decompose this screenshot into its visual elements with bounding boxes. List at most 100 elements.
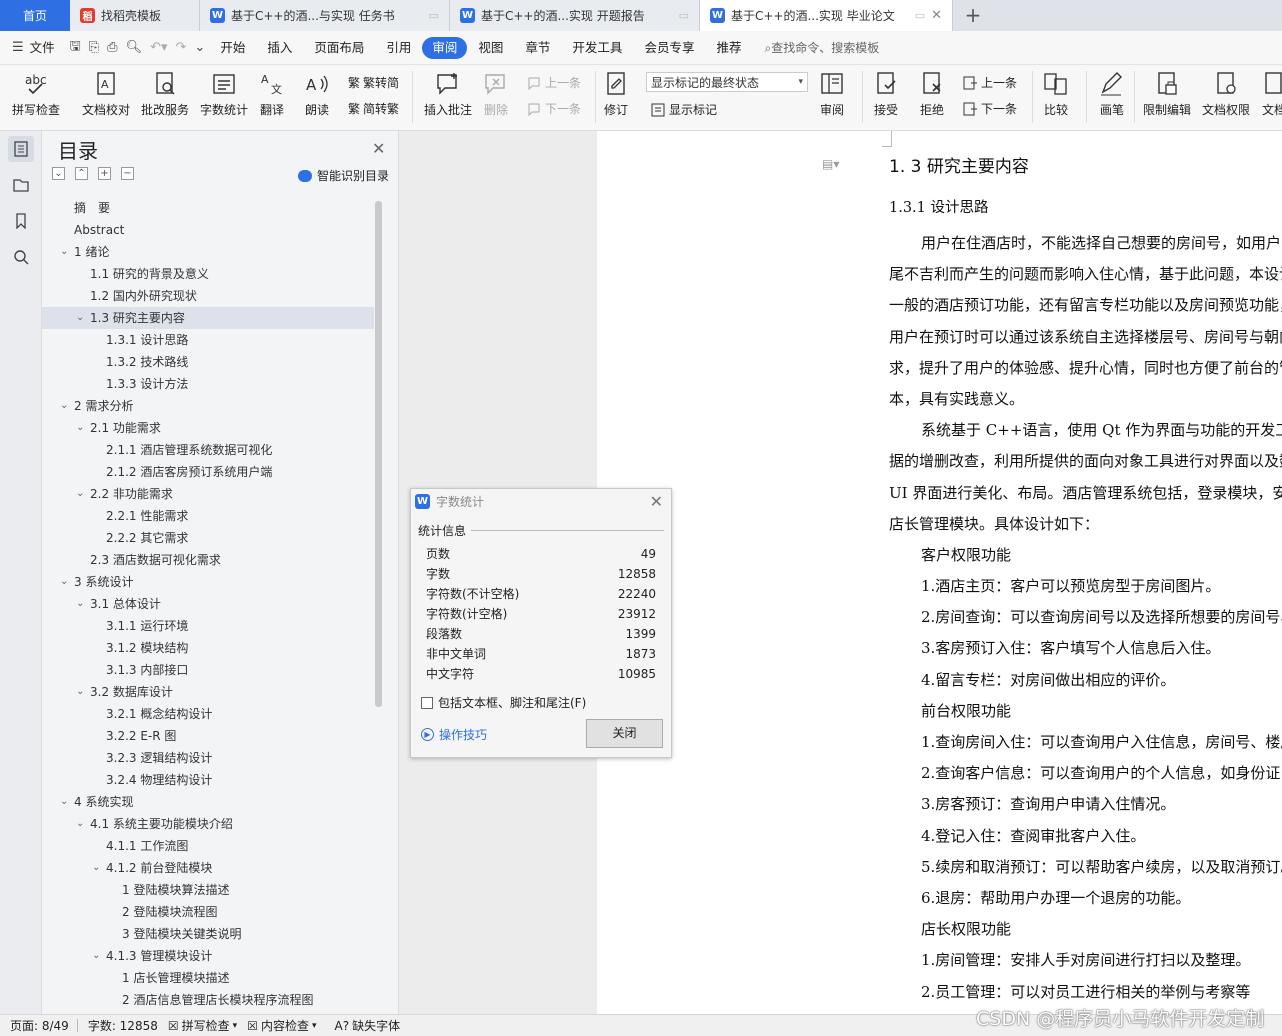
chevron-down-icon[interactable]: ⌄: [60, 791, 68, 813]
trad-conv-button[interactable]: 繁繁转简: [348, 74, 399, 91]
chevron-down-icon[interactable]: ⌄: [76, 307, 84, 329]
doc-more-button[interactable]: 文档: [1260, 69, 1282, 118]
command-search[interactable]: ⌕查找命令、搜索模板: [764, 39, 879, 56]
markup-state-select[interactable]: 显示标记的最终状态 ▾: [646, 72, 808, 92]
toc-item[interactable]: 1.1 研究的背景及意义: [42, 263, 374, 285]
accept-button[interactable]: 接受: [872, 69, 900, 118]
toc-item[interactable]: 1.3.3 设计方法: [42, 373, 374, 395]
batch-service-button[interactable]: 批改服务: [141, 69, 189, 118]
preview-icon[interactable]: 🔍︎: [122, 40, 147, 55]
collapse-all-icon[interactable]: ⌄: [52, 167, 65, 180]
toc-item[interactable]: 2.3 酒店数据可视化需求: [42, 549, 374, 571]
tab-doc-task[interactable]: W 基于C++的酒...与实现 任务书 ▭: [200, 0, 450, 31]
save-icon[interactable]: 🖫: [66, 37, 85, 59]
menu-layout[interactable]: 页面布局: [303, 37, 375, 59]
menu-insert[interactable]: 插入: [256, 37, 303, 59]
toc-item[interactable]: 3.1.2 模块结构: [42, 637, 374, 659]
review-pane-button[interactable]: 审阅: [818, 69, 846, 118]
toc-item[interactable]: ⌄ 1.3 研究主要内容: [42, 307, 374, 329]
document-body[interactable]: 1. 3 研究主要内容 1.3.1 设计思路 用户在住酒店时，不能选择自己想要的…: [889, 151, 1282, 1008]
prev-change-button[interactable]: 上一条: [963, 74, 1017, 91]
insert-comment-button[interactable]: 插入批注: [424, 69, 472, 118]
toc-item[interactable]: 2.2.2 其它需求: [42, 527, 374, 549]
toc-item[interactable]: 2 登陆模块流程图: [42, 901, 374, 923]
menu-start[interactable]: 开始: [209, 37, 256, 59]
paragraph-doc-icon[interactable]: ▤▾: [822, 157, 839, 171]
page-indicator[interactable]: 页面: 8/49: [10, 1017, 69, 1034]
remove-level-icon[interactable]: −: [121, 167, 134, 180]
include-textbox-checkbox[interactable]: 包括文本框、脚注和尾注(F): [421, 694, 586, 711]
undo-icon[interactable]: ↶▾: [146, 40, 171, 55]
show-markup-button[interactable]: 显示标记: [651, 101, 717, 118]
menu-section[interactable]: 章节: [514, 37, 561, 59]
toc-item[interactable]: 3.2.4 物理结构设计: [42, 769, 374, 791]
close-icon[interactable]: ✕: [650, 492, 663, 511]
restrict-edit-button[interactable]: 限制编辑: [1143, 69, 1191, 118]
tab-home[interactable]: 首页: [0, 0, 70, 31]
toc-item[interactable]: 2.1.2 酒店客房预订系统用户端: [42, 461, 374, 483]
toc-item[interactable]: Abstract: [42, 219, 374, 241]
spellcheck-status[interactable]: ☒ 拼写检查 ▾: [168, 1017, 237, 1034]
toc-item[interactable]: ⌄ 4 系统实现: [42, 791, 374, 813]
toc-item[interactable]: ⌄ 3.2 数据库设计: [42, 681, 374, 703]
redo-icon[interactable]: ↷: [172, 40, 191, 55]
toc-item[interactable]: 4.1.1 工作流图: [42, 835, 374, 857]
search-panel-icon[interactable]: [8, 244, 34, 270]
toc-item[interactable]: ⌄ 2 需求分析: [42, 395, 374, 417]
toc-item[interactable]: 1.2 国内外研究现状: [42, 285, 374, 307]
chevron-down-icon[interactable]: ⌄: [76, 813, 84, 835]
menu-file[interactable]: 文件: [28, 37, 66, 59]
tips-link[interactable]: ▶ 操作技巧: [421, 726, 487, 743]
compare-button[interactable]: 比较: [1042, 69, 1070, 118]
toc-item[interactable]: 3.2.3 逻辑结构设计: [42, 747, 374, 769]
toc-item[interactable]: ⌄ 3.1 总体设计: [42, 593, 374, 615]
toc-item[interactable]: 2.1.1 酒店管理系统数据可视化: [42, 439, 374, 461]
hamburger-icon[interactable]: ☰: [8, 40, 28, 55]
prev-comment-button[interactable]: 上一条: [527, 74, 581, 91]
toc-item[interactable]: ⌄ 1 绪论: [42, 241, 374, 263]
missing-font-status[interactable]: A? 缺失字体: [334, 1017, 400, 1034]
word-count-indicator[interactable]: 字数: 12858: [88, 1017, 158, 1034]
menu-developer[interactable]: 开发工具: [561, 37, 633, 59]
chevron-down-icon[interactable]: ⌄: [60, 395, 68, 417]
simp-conv-button[interactable]: 繁简转繁: [348, 100, 399, 117]
toc-item[interactable]: 2.2.1 性能需求: [42, 505, 374, 527]
chevron-down-icon[interactable]: ⌄: [76, 483, 84, 505]
expand-up-icon[interactable]: ⌃: [75, 167, 88, 180]
content-check-status[interactable]: ☒ 内容检查 ▾: [247, 1017, 316, 1034]
checkbox-box[interactable]: [421, 696, 433, 709]
menu-member[interactable]: 会员专享: [633, 37, 705, 59]
toc-item[interactable]: ⌄ 4.1 系统主要功能模块介绍: [42, 813, 374, 835]
toc-item[interactable]: ⌄ 3 系统设计: [42, 571, 374, 593]
dialog-titlebar[interactable]: W 字数统计: [411, 489, 671, 514]
quick-access-more-icon[interactable]: ⌄: [190, 40, 209, 55]
toc-item[interactable]: 1.3.1 设计思路: [42, 329, 374, 351]
read-aloud-button[interactable]: A 朗读: [303, 69, 331, 118]
toc-scrollbar[interactable]: [375, 201, 382, 707]
close-icon[interactable]: ✕: [931, 8, 942, 23]
chevron-down-icon[interactable]: ⌄: [92, 945, 100, 967]
chevron-down-icon[interactable]: ⌄: [60, 241, 68, 263]
add-level-icon[interactable]: +: [98, 167, 111, 180]
word-count-button[interactable]: 字数统计: [200, 69, 248, 118]
toc-item[interactable]: 1.3.2 技术路线: [42, 351, 374, 373]
menu-references[interactable]: 引用: [375, 37, 422, 59]
toc-item[interactable]: ⌄ 4.1.2 前台登陆模块: [42, 857, 374, 879]
toc-item[interactable]: 摘 要: [42, 197, 374, 219]
chevron-down-icon[interactable]: ⌄: [76, 593, 84, 615]
toc-item[interactable]: ⌄ 2.2 非功能需求: [42, 483, 374, 505]
doc-permission-button[interactable]: 文档权限: [1202, 69, 1250, 118]
toc-item[interactable]: 3.1.3 内部接口: [42, 659, 374, 681]
print-icon[interactable]: ⎙: [103, 40, 121, 55]
tab-doc-thesis[interactable]: W 基于C++的酒...实现 毕业论文 ▭ ✕: [700, 0, 953, 31]
toc-panel-icon[interactable]: [8, 136, 34, 162]
close-icon[interactable]: ✕: [372, 139, 385, 158]
smart-toc-button[interactable]: 智能识别目录: [298, 167, 389, 184]
reject-button[interactable]: 拒绝: [918, 69, 946, 118]
toc-item[interactable]: 3.1.1 运行环境: [42, 615, 374, 637]
new-tab-button[interactable]: +: [953, 0, 993, 31]
next-change-button[interactable]: 下一条: [963, 100, 1017, 117]
chevron-down-icon[interactable]: ⌄: [76, 681, 84, 703]
track-changes-button[interactable]: 修订: [602, 69, 630, 118]
tab-docer[interactable]: 稻找稻壳模板: [70, 0, 200, 31]
